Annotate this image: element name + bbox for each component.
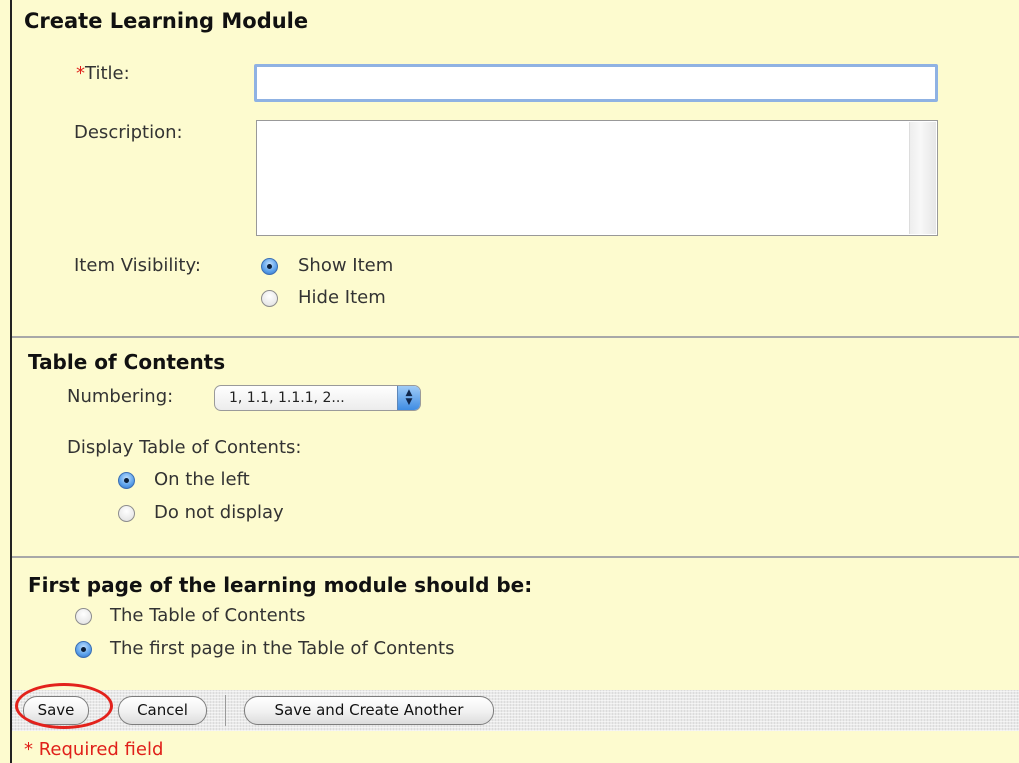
- title-label: *Title:: [76, 63, 130, 84]
- toolbar-separator: [225, 695, 226, 726]
- numbering-label: Numbering:: [67, 386, 174, 407]
- numbering-select[interactable]: 1, 1.1, 1.1.1, 2... ▲ ▼: [214, 385, 421, 411]
- description-textarea[interactable]: [256, 120, 938, 236]
- toc-heading: Table of Contents: [28, 350, 226, 374]
- cancel-button[interactable]: Cancel: [118, 696, 207, 725]
- item-visibility-label: Item Visibility:: [74, 255, 201, 276]
- show-item-label[interactable]: Show Item: [298, 255, 393, 276]
- toc-do-not-display-label[interactable]: Do not display: [154, 502, 284, 523]
- form-title: Create Learning Module: [24, 9, 309, 33]
- hide-item-label[interactable]: Hide Item: [298, 287, 386, 308]
- first-page-toc-label[interactable]: The Table of Contents: [110, 605, 306, 626]
- description-label: Description:: [74, 122, 183, 143]
- title-label-text: Title:: [85, 63, 130, 84]
- select-arrows-icon: ▲ ▼: [397, 386, 420, 410]
- hide-item-radio[interactable]: [261, 290, 278, 307]
- first-page-heading: First page of the learning module should…: [28, 573, 533, 597]
- toc-on-left-label[interactable]: On the left: [154, 469, 250, 490]
- toc-on-left-radio[interactable]: [118, 472, 135, 489]
- first-page-first-page-radio[interactable]: [75, 641, 92, 658]
- create-learning-module-form: Create Learning Module *Title: Descripti…: [10, 0, 1019, 763]
- section-divider: [12, 336, 1019, 338]
- description-scrollbar[interactable]: [909, 122, 936, 234]
- save-button[interactable]: Save: [23, 696, 89, 725]
- first-page-toc-radio[interactable]: [75, 608, 92, 625]
- display-toc-label: Display Table of Contents:: [67, 437, 302, 458]
- title-input[interactable]: [254, 64, 938, 102]
- save-and-create-another-button[interactable]: Save and Create Another: [244, 696, 494, 725]
- toc-do-not-display-radio[interactable]: [118, 505, 135, 522]
- numbering-select-value: 1, 1.1, 1.1.1, 2...: [229, 390, 345, 406]
- section-divider: [12, 556, 1019, 558]
- action-toolbar: Save Cancel Save and Create Another: [12, 683, 1019, 731]
- required-field-note: * Required field: [24, 739, 164, 760]
- first-page-first-page-label[interactable]: The first page in the Table of Contents: [110, 638, 454, 659]
- show-item-radio[interactable]: [261, 258, 278, 275]
- required-mark: *: [76, 63, 85, 84]
